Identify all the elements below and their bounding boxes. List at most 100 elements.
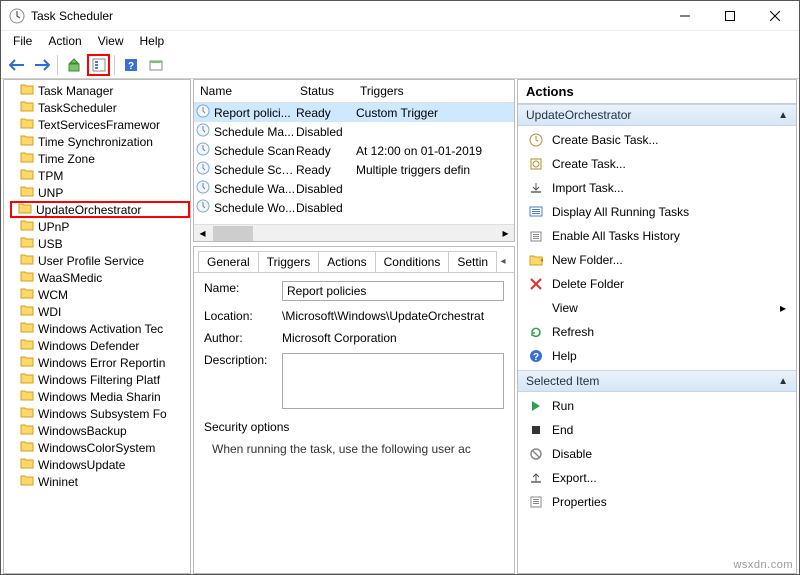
tree-item-upnp[interactable]: UPnP [18,218,190,235]
tab-general[interactable]: General [198,251,259,272]
task-status: Ready [296,144,356,158]
tab-actions[interactable]: Actions [318,251,375,272]
folder-icon [20,100,34,115]
task-row[interactable]: Schedule Wo...Disabled [194,198,514,217]
collapse-icon[interactable]: ▲ [778,376,788,387]
task-columns: Name Status Triggers [194,80,514,103]
action-display-all-running-tasks[interactable]: Display All Running Tasks [518,200,796,224]
task-icon [196,142,212,159]
col-triggers[interactable]: Triggers [354,80,514,102]
action-properties[interactable]: Properties [518,490,796,514]
collapse-icon[interactable]: ▲ [778,110,788,121]
show-button[interactable] [144,54,167,76]
maximize-button[interactable] [707,1,752,30]
task-list-panel: Name Status Triggers Report polici...Rea… [193,79,515,242]
task-name: Schedule Ma... [214,125,296,139]
tree-item-windowscolorsystem[interactable]: WindowsColorSystem [18,439,190,456]
col-status[interactable]: Status [294,80,354,102]
tree-item-windowsbackup[interactable]: WindowsBackup [18,422,190,439]
forward-button[interactable] [30,54,53,76]
folder-icon [20,219,34,234]
task-rows[interactable]: Report polici...ReadyCustom TriggerSched… [194,103,514,224]
folder-icon [20,321,34,336]
action-new-folder[interactable]: ✦New Folder... [518,248,796,272]
action-view[interactable]: View▸ [518,296,796,320]
folder-icon [20,372,34,387]
description-input[interactable] [282,353,504,409]
actions-section-folder[interactable]: UpdateOrchestrator ▲ [518,104,796,126]
menu-help[interactable]: Help [132,32,173,50]
action-create-basic-task[interactable]: Create Basic Task... [518,128,796,152]
tree-item-windowsupdate[interactable]: WindowsUpdate [18,456,190,473]
tree-item-label: Task Manager [38,84,113,98]
tree-item-windows-filtering-platf[interactable]: Windows Filtering Platf [18,371,190,388]
run-icon [528,398,544,414]
tree-item-windows-subsystem-fo[interactable]: Windows Subsystem Fo [18,405,190,422]
tree-item-time-zone[interactable]: Time Zone [18,150,190,167]
action-enable-all-tasks-history[interactable]: Enable All Tasks History [518,224,796,248]
view-icon [528,300,544,316]
tree-item-time-synchronization[interactable]: Time Synchronization [18,133,190,150]
tree-item-wininet[interactable]: Wininet [18,473,190,490]
export-icon [528,470,544,486]
window-controls [662,1,797,30]
tree-item-windows-activation-tec[interactable]: Windows Activation Tec [18,320,190,337]
action-delete-folder[interactable]: Delete Folder [518,272,796,296]
task-row[interactable]: Schedule ScanReadyAt 12:00 on 01-01-2019 [194,141,514,160]
scroll-right-icon[interactable]: ▸ [497,225,514,242]
tree-item-usb[interactable]: USB [18,235,190,252]
tree-item-textservicesframewor[interactable]: TextServicesFramewor [18,116,190,133]
tree-item-user-profile-service[interactable]: User Profile Service [18,252,190,269]
folder-icon [20,457,34,472]
task-row[interactable]: Schedule Sca...ReadyMultiple triggers de… [194,160,514,179]
tree-item-windows-media-sharin[interactable]: Windows Media Sharin [18,388,190,405]
tab-scroll-left[interactable]: ◂ [496,254,510,270]
task-row[interactable]: Report polici...ReadyCustom Trigger [194,103,514,122]
tree-item-unp[interactable]: UNP [18,184,190,201]
tree-item-wcm[interactable]: WCM [18,286,190,303]
close-button[interactable] [752,1,797,30]
action-import-task[interactable]: Import Task... [518,176,796,200]
action-disable[interactable]: Disable [518,442,796,466]
folder-icon [20,270,34,285]
tree-item-updateorchestrator[interactable]: UpdateOrchestrator [10,201,190,218]
tab-triggers[interactable]: Triggers [258,251,320,272]
actions-section-item[interactable]: Selected Item ▲ [518,370,796,392]
task-detail-panel: General Triggers Actions Conditions Sett… [193,246,515,574]
action-run[interactable]: Run [518,394,796,418]
action-export[interactable]: Export... [518,466,796,490]
action-create-task[interactable]: Create Task... [518,152,796,176]
tab-conditions[interactable]: Conditions [375,251,450,272]
back-button[interactable] [5,54,28,76]
tree-item-taskscheduler[interactable]: TaskScheduler [18,99,190,116]
scroll-thumb[interactable] [213,226,253,241]
folder-icon [20,338,34,353]
menu-file[interactable]: File [5,32,40,50]
task-hscrollbar[interactable]: ◂ ▸ [194,224,514,241]
help-toolbar-button[interactable]: ? [119,54,142,76]
task-row[interactable]: Schedule Ma...Disabled [194,122,514,141]
action-refresh[interactable]: Refresh [518,320,796,344]
task-row[interactable]: Schedule Wa...Disabled [194,179,514,198]
tree-item-waasmedic[interactable]: WaaSMedic [18,269,190,286]
tab-settings[interactable]: Settin [448,251,497,272]
action-help[interactable]: ?Help [518,344,796,368]
task-name-input[interactable] [282,281,504,301]
action-end[interactable]: End [518,418,796,442]
properties-button[interactable] [87,54,110,76]
minimize-button[interactable] [662,1,707,30]
menu-view[interactable]: View [90,32,132,50]
create-basic-icon [528,132,544,148]
scroll-left-icon[interactable]: ◂ [194,225,211,242]
tree-item-tpm[interactable]: TPM [18,167,190,184]
tree-item-windows-defender[interactable]: Windows Defender [18,337,190,354]
tab-scroll-right[interactable]: ▸ [510,254,515,270]
col-name[interactable]: Name [194,80,294,102]
tree-item-task-manager[interactable]: Task Manager [18,82,190,99]
folder-icon [20,168,34,183]
tree-item-wdi[interactable]: WDI [18,303,190,320]
up-button[interactable] [62,54,85,76]
menu-action[interactable]: Action [40,32,89,50]
tree-list[interactable]: Task ManagerTaskSchedulerTextServicesFra… [4,80,190,573]
tree-item-windows-error-reportin[interactable]: Windows Error Reportin [18,354,190,371]
